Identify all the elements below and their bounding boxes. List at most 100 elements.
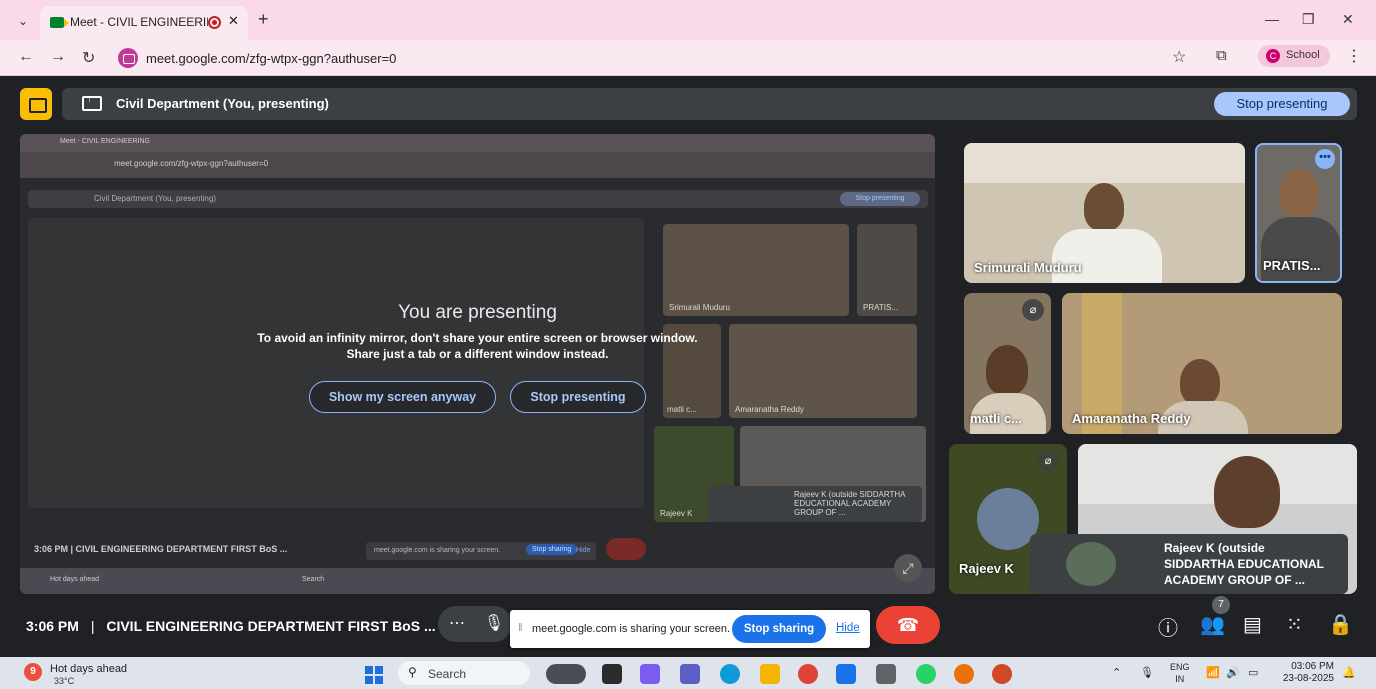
outside-line-1: Rajeev K (outside xyxy=(1164,541,1265,555)
weather-title: Hot days ahead xyxy=(50,663,128,675)
battery-icon[interactable]: ▭ xyxy=(1248,666,1258,679)
tab-close-icon[interactable]: ✕ xyxy=(228,13,239,29)
tab-search-chevron-icon[interactable]: ⌄ xyxy=(12,12,34,30)
file-explorer-icon[interactable] xyxy=(760,664,780,684)
profile-avatar: C xyxy=(1266,49,1280,63)
site-info-icon[interactable] xyxy=(118,48,138,68)
end-call-button[interactable]: ☎ xyxy=(876,606,940,644)
wifi-icon[interactable]: 📶 xyxy=(1206,666,1220,679)
tab-strip: ⌄ Meet - CIVIL ENGINEERING ✕ + — ❐ ✕ xyxy=(0,0,1376,40)
meeting-info: 3:06 PM | CIVIL ENGINEERING DEPARTMENT F… xyxy=(26,618,436,634)
presenting-banner: Civil Department (You, presenting) Stop … xyxy=(20,88,1357,120)
mirror-meeting-info: 3:06 PM | CIVIL ENGINEERING DEPARTMENT F… xyxy=(34,544,288,554)
mirror-nested-share xyxy=(28,218,644,508)
mirror-share-bar: meet.google.com is sharing your screen. … xyxy=(366,542,596,560)
settings-app-icon[interactable] xyxy=(836,664,856,684)
profile-button[interactable]: C School xyxy=(1258,45,1330,67)
activities-icon[interactable]: ⁙ xyxy=(1286,612,1303,637)
taskbar-search[interactable]: ⚲ Search xyxy=(398,661,530,685)
presenting-message-line1: To avoid an infinity mirror, don't share… xyxy=(257,331,698,345)
chrome-menu-icon[interactable]: ⋮ xyxy=(1346,46,1362,66)
recording-indicator-icon xyxy=(208,16,221,29)
restore-button[interactable]: ❐ xyxy=(1302,11,1315,28)
back-icon[interactable]: ← xyxy=(18,48,34,66)
minimize-button[interactable]: — xyxy=(1265,11,1279,27)
stop-sharing-button[interactable]: Stop sharing xyxy=(732,615,826,643)
mirror-outside-text: Rajeev K (outside SIDDARTHA EDUCATIONAL … xyxy=(794,490,906,517)
meet-control-bar: 3:06 PM | CIVIL ENGINEERING DEPARTMENT F… xyxy=(0,596,1376,654)
meet-favicon-icon xyxy=(50,17,69,28)
taskbar-clock[interactable]: 03:06 PM 23-08-2025 xyxy=(1278,661,1334,685)
meeting-time: 3:06 PM xyxy=(26,618,79,634)
outside-line-3: ACADEMY GROUP OF ... xyxy=(1164,573,1305,587)
mirror-share-stop: Stop sharing xyxy=(526,544,578,555)
participant-video xyxy=(1084,183,1124,231)
extensions-icon[interactable]: ⧉ xyxy=(1216,47,1227,64)
participant-tile[interactable]: Srimurali Muduru xyxy=(964,143,1245,283)
bookmark-star-icon[interactable]: ☆ xyxy=(1172,47,1186,67)
clock-date: 23-08-2025 xyxy=(1282,673,1334,684)
participant-video xyxy=(1214,456,1280,528)
browser-tab[interactable]: Meet - CIVIL ENGINEERING ✕ xyxy=(40,6,248,40)
edge-icon[interactable] xyxy=(720,664,740,684)
windows-taskbar: 9 Hot days ahead 33°C ⚲ Search ⌃ 🎙 ENG I… xyxy=(0,657,1376,689)
address-bar[interactable]: meet.google.com/zfg-wtpx-ggn?authuser=0 xyxy=(110,44,1210,72)
expand-icon[interactable]: ⤢ xyxy=(894,554,922,582)
new-tab-button[interactable]: + xyxy=(258,10,269,28)
participant-name: matli c... xyxy=(970,411,1023,426)
mirror-stop-button: Stop presenting xyxy=(840,192,920,206)
browser-toolbar: ← → ↻ meet.google.com/zfg-wtpx-ggn?authu… xyxy=(0,40,1376,76)
meeting-details-icon[interactable]: ⓘ xyxy=(1158,612,1178,641)
tile-background xyxy=(964,143,1245,183)
participant-video xyxy=(986,345,1028,395)
more-options-icon[interactable]: ••• xyxy=(1315,149,1335,169)
chrome-icon[interactable] xyxy=(798,664,818,684)
widgets-app-icon[interactable] xyxy=(546,664,586,684)
task-view-icon[interactable] xyxy=(602,664,622,684)
drag-handle-icon[interactable]: ‖ xyxy=(518,622,523,634)
participant-name: Srimurali Muduru xyxy=(974,260,1082,275)
mirror-share-msg: meet.google.com is sharing your screen. xyxy=(374,547,501,554)
notifications-icon[interactable]: 🔔 xyxy=(1342,666,1356,679)
volume-icon[interactable]: 🔊 xyxy=(1226,666,1240,679)
separator: | xyxy=(90,618,95,634)
mirror-tab-strip: Meet - CIVIL ENGINEERING xyxy=(20,134,935,152)
chrome-profile-icon[interactable] xyxy=(954,664,974,684)
outside-participant-card[interactable]: Rajeev K (outside SIDDARTHA EDUCATIONAL … xyxy=(1030,534,1348,594)
powerpoint-icon[interactable] xyxy=(992,664,1012,684)
forward-icon[interactable]: → xyxy=(50,48,66,66)
outside-line-2: SIDDARTHA EDUCATIONAL xyxy=(1164,557,1324,571)
participant-tile[interactable]: Amaranatha Reddy xyxy=(1062,293,1342,434)
outside-participant-name: Rajeev K (outside SIDDARTHA EDUCATIONAL … xyxy=(1164,540,1324,588)
weather-temperature: 33°C xyxy=(54,676,75,686)
language-indicator[interactable]: ENG IN xyxy=(1170,661,1190,685)
tray-overflow-icon[interactable]: ⌃ xyxy=(1112,666,1121,679)
shared-screen-preview: Meet - CIVIL ENGINEERING meet.google.com… xyxy=(20,134,935,594)
windows-start-icon[interactable] xyxy=(365,666,383,684)
weather-icon[interactable]: 9 xyxy=(24,663,42,681)
teams-icon[interactable] xyxy=(680,664,700,684)
mirror-tile-name: Amaranatha Reddy xyxy=(735,405,804,414)
window-close-button[interactable]: ✕ xyxy=(1342,11,1354,28)
calculator-icon[interactable] xyxy=(876,664,896,684)
tray-mic-icon[interactable]: 🎙 xyxy=(1140,666,1154,679)
stop-presenting-top-button[interactable]: Stop presenting xyxy=(1214,92,1350,116)
show-screen-anyway-button[interactable]: Show my screen anyway xyxy=(309,381,496,413)
whatsapp-icon[interactable] xyxy=(916,664,936,684)
participant-tile[interactable]: ⌀ matli c... xyxy=(964,293,1051,434)
hide-link[interactable]: Hide xyxy=(836,622,860,634)
copilot-icon[interactable] xyxy=(640,664,660,684)
stop-presenting-button[interactable]: Stop presenting xyxy=(510,381,646,413)
chat-icon[interactable]: ▤ xyxy=(1243,612,1262,637)
reload-icon[interactable]: ↻ xyxy=(82,48,95,68)
sharing-message: meet.google.com is sharing your screen. xyxy=(532,623,731,635)
people-count-badge: 7 xyxy=(1212,596,1230,614)
mic-icon[interactable]: 🎙 xyxy=(476,606,512,642)
host-controls-icon[interactable]: 🔒 xyxy=(1328,612,1353,637)
camera-off-icon[interactable] xyxy=(20,88,52,120)
participant-tile-active[interactable]: ••• PRATIS... xyxy=(1255,143,1342,283)
people-icon[interactable]: 👥 xyxy=(1200,612,1225,637)
present-screen-icon xyxy=(82,94,102,111)
participant-avatar xyxy=(1066,542,1116,586)
participant-name: PRATIS... xyxy=(1263,258,1321,273)
